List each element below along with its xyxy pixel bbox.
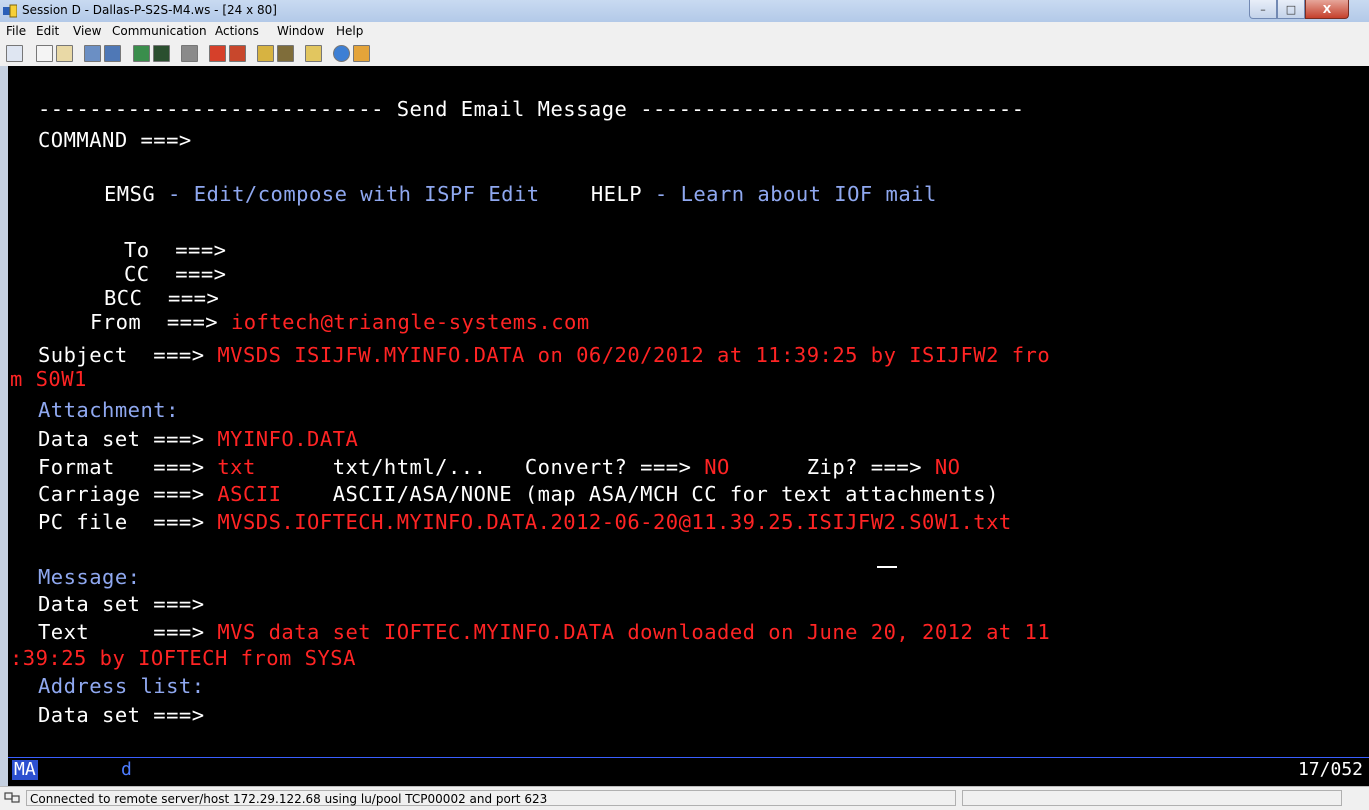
pcfile-input[interactable]: MVSDS.IOFTECH.MYINFO.DATA.2012-06-20@11.… xyxy=(217,510,1011,534)
connection-icon xyxy=(4,792,20,803)
emsg-key: EMSG xyxy=(104,182,156,206)
emsg-desc: Edit/compose with ISPF Edit xyxy=(193,182,540,206)
cc-input[interactable] xyxy=(274,262,1354,286)
oia-indicator: d xyxy=(121,759,132,780)
attachment-dataset-input[interactable]: MYINFO.DATA xyxy=(217,427,358,451)
text-label: Text ===> xyxy=(38,620,205,644)
text-cursor xyxy=(877,566,897,568)
address-dataset-label: Data set ===> xyxy=(38,703,205,727)
send-file-icon[interactable] xyxy=(84,45,101,62)
zip-input[interactable]: NO xyxy=(935,455,961,479)
address-dataset-input[interactable] xyxy=(274,703,1354,727)
copy-icon[interactable] xyxy=(36,45,53,62)
record-macro-icon[interactable] xyxy=(181,45,198,62)
text-input-continued[interactable]: :39:25 by IOFTECH from SYSA xyxy=(10,646,356,670)
help-key: HELP xyxy=(590,182,643,206)
menu-bar: File Edit View Communication Actions Win… xyxy=(0,22,1369,42)
subject-line: Subject ===> MVSDS ISIJFW.MYINFO.DATA on… xyxy=(38,343,1050,367)
menu-actions[interactable]: Actions xyxy=(215,24,259,38)
from-input[interactable]: ioftech@triangle-systems.com xyxy=(231,310,590,334)
receive-file-icon[interactable] xyxy=(104,45,121,62)
cursor-position: 17/052 xyxy=(1297,759,1363,780)
menu-help[interactable]: Help xyxy=(336,24,363,38)
oia-mode: MA xyxy=(12,759,38,780)
command-label: COMMAND ===> xyxy=(38,128,192,152)
globe-icon[interactable] xyxy=(333,45,350,62)
status-bar: Connected to remote server/host 172.29.1… xyxy=(0,786,1369,810)
to-label: To ===> xyxy=(124,238,227,262)
message-heading: Message: xyxy=(38,565,141,589)
message-dataset-label: Data set ===> xyxy=(38,592,205,616)
app-icon xyxy=(3,4,17,18)
status-panel xyxy=(962,790,1342,806)
title-bar[interactable]: Session D - Dallas-P-S2S-M4.ws - [24 x 8… xyxy=(0,0,1369,23)
to-input[interactable] xyxy=(274,238,1354,262)
display-icon[interactable] xyxy=(153,45,170,62)
minimize-button[interactable]: – xyxy=(1249,0,1277,19)
bcc-input[interactable] xyxy=(274,286,1354,310)
keypad-icon[interactable] xyxy=(133,45,150,62)
pcfile-label: PC file ===> xyxy=(38,510,205,534)
address-list-heading: Address list: xyxy=(38,674,205,698)
command-input[interactable] xyxy=(236,128,1356,152)
menu-window[interactable]: Window xyxy=(277,24,324,38)
screen-header: --------------------------- Send Email M… xyxy=(38,97,1025,121)
convert-label: Convert? ===> xyxy=(524,455,692,479)
attachment-dataset-line: Data set ===> MYINFO.DATA xyxy=(38,427,358,451)
connect-icon[interactable] xyxy=(257,45,274,62)
subject-label: Subject ===> xyxy=(38,343,205,367)
print-screen-icon[interactable] xyxy=(6,45,23,62)
maximize-button[interactable]: □ xyxy=(1277,0,1305,19)
message-dataset-input[interactable] xyxy=(274,592,1354,616)
help-desc: Learn about IOF mail xyxy=(680,182,937,206)
clipboard-icon[interactable] xyxy=(305,45,322,62)
close-button[interactable]: X xyxy=(1305,0,1349,19)
format-label: Format ===> xyxy=(38,455,205,479)
carriage-line: Carriage ===> ASCII ASCII/ASA/NONE (map … xyxy=(38,482,999,506)
emsg-help-line: EMSG - Edit/compose with ISPF Edit HELP … xyxy=(104,182,937,206)
disconnect-icon[interactable] xyxy=(277,45,294,62)
carriage-hint: ASCII/ASA/NONE (map ASA/MCH CC for text … xyxy=(332,482,999,506)
zip-label: Zip? ===> xyxy=(806,455,923,479)
format-hint: txt/html/... xyxy=(332,455,487,479)
stop-macro-icon[interactable] xyxy=(229,45,246,62)
operator-info-area: MA d 17/052 xyxy=(8,757,1369,786)
cc-label: CC ===> xyxy=(124,262,227,286)
text-input[interactable]: MVS data set IOFTEC.MYINFO.DATA download… xyxy=(217,620,1050,644)
carriage-input[interactable]: ASCII xyxy=(217,482,281,506)
status-message: Connected to remote server/host 172.29.1… xyxy=(26,790,956,806)
menu-edit[interactable]: Edit xyxy=(36,24,59,38)
pcfile-line: PC file ===> MVSDS.IOFTECH.MYINFO.DATA.2… xyxy=(38,510,1012,534)
from-label: From ===> xyxy=(90,310,219,334)
menu-file[interactable]: File xyxy=(6,24,26,38)
text-line: Text ===> MVS data set IOFTEC.MYINFO.DAT… xyxy=(38,620,1050,644)
terminal-screen[interactable] xyxy=(8,66,1369,97)
subject-input-continued[interactable]: m S0W1 xyxy=(10,367,87,391)
from-line: From ===> ioftech@triangle-systems.com xyxy=(90,310,590,334)
play-macro-icon[interactable] xyxy=(209,45,226,62)
format-line: Format ===> txt txt/html/... Convert? ==… xyxy=(38,455,961,479)
bcc-label: BCC ===> xyxy=(104,286,220,310)
carriage-label: Carriage ===> xyxy=(38,482,205,506)
screen-title: Send Email Message xyxy=(383,97,641,121)
attachment-heading: Attachment: xyxy=(38,398,179,422)
convert-input[interactable]: NO xyxy=(704,455,730,479)
paste-icon[interactable] xyxy=(56,45,73,62)
menu-communication[interactable]: Communication xyxy=(112,24,207,38)
menu-view[interactable]: View xyxy=(73,24,101,38)
format-input[interactable]: txt xyxy=(217,455,255,479)
attachment-dataset-label: Data set ===> xyxy=(38,427,205,451)
edit-icon[interactable] xyxy=(353,45,370,62)
toolbar xyxy=(0,42,1369,67)
window-title: Session D - Dallas-P-S2S-M4.ws - [24 x 8… xyxy=(22,3,277,17)
subject-input[interactable]: MVSDS ISIJFW.MYINFO.DATA on 06/20/2012 a… xyxy=(217,343,1050,367)
